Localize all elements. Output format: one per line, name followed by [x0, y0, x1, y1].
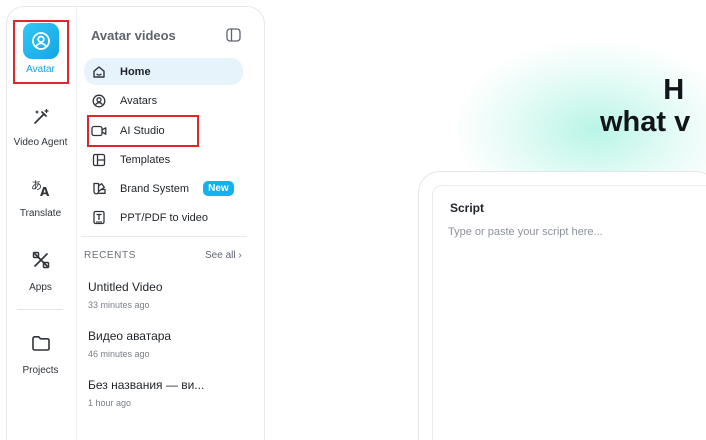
- rail-item-video-agent[interactable]: Video Agent: [6, 99, 75, 148]
- see-all-label: See all: [205, 250, 236, 261]
- rail-item-avatar[interactable]: Avatar: [6, 23, 75, 75]
- script-card: Script: [418, 171, 706, 440]
- collapse-sidebar-button[interactable]: [226, 28, 241, 42]
- home-icon: [91, 64, 107, 80]
- layout-icon: [91, 152, 107, 168]
- rail-label-translate: Translate: [19, 208, 62, 219]
- nav-label-avatars: Avatars: [120, 94, 158, 107]
- recent-time: 46 minutes ago: [88, 349, 150, 359]
- page-heading: H what v: [600, 74, 690, 139]
- nav-label-ppt-pdf: PPT/PDF to video: [120, 211, 209, 224]
- recent-title: Untitled Video: [88, 280, 163, 294]
- rail-separator: [17, 309, 63, 310]
- translate-icon: あA: [23, 170, 59, 206]
- nav-item-home[interactable]: Home: [84, 58, 243, 85]
- recent-item[interactable]: Untitled Video 33 minutes ago: [88, 280, 238, 310]
- nav-item-ppt-pdf[interactable]: PPT/PDF to video: [84, 204, 243, 231]
- rail-item-apps[interactable]: Apps: [6, 242, 75, 293]
- recent-title: Видео аватара: [88, 329, 172, 343]
- nav-label-home: Home: [120, 65, 151, 78]
- apps-icon: [23, 242, 59, 278]
- recent-title: Без названия — ви...: [88, 378, 205, 392]
- recent-time: 33 minutes ago: [88, 300, 150, 310]
- nav-label-ai-studio: AI Studio: [120, 124, 165, 137]
- sidebar-toggle-icon: [226, 28, 241, 42]
- rail-label-video-agent: Video Agent: [13, 137, 68, 148]
- see-all-link[interactable]: See all ›: [205, 250, 242, 261]
- rail-divider: [76, 7, 77, 440]
- nav-label-brand-system: Brand System: [120, 182, 190, 195]
- nav-item-brand-system[interactable]: Brand System New: [84, 175, 243, 202]
- rail-item-translate[interactable]: あA Translate: [6, 170, 75, 219]
- video-camera-icon: [91, 123, 107, 139]
- heading-line-1: H: [663, 74, 685, 106]
- panel-title: Avatar videos: [91, 28, 176, 43]
- rail-label-projects: Projects: [22, 365, 59, 376]
- avatar-circle-icon: [91, 93, 107, 109]
- folder-icon: [23, 325, 59, 361]
- avatar-icon: [22, 23, 59, 59]
- rail-label-avatar: Avatar: [26, 64, 55, 75]
- document-icon: [91, 210, 107, 226]
- svg-text:A: A: [40, 185, 50, 198]
- script-input[interactable]: [448, 226, 706, 426]
- recent-item[interactable]: Без названия — ви... 1 hour ago: [88, 378, 238, 408]
- magic-wand-icon: [23, 99, 59, 135]
- script-label: Script: [450, 201, 485, 215]
- panel-divider: [81, 236, 247, 237]
- recents-header: RECENTS: [84, 250, 136, 261]
- rail-label-apps: Apps: [29, 282, 52, 293]
- nav-item-avatars[interactable]: Avatars: [84, 87, 243, 114]
- brand-icon: [91, 181, 107, 197]
- heading-line-2: what v: [600, 106, 691, 139]
- script-editor-frame: Script: [432, 185, 706, 440]
- nav-label-templates: Templates: [120, 153, 171, 166]
- nav-item-ai-studio[interactable]: AI Studio: [84, 117, 243, 144]
- recent-time: 1 hour ago: [88, 398, 132, 408]
- chevron-right-icon: ›: [238, 250, 242, 261]
- rail-item-projects[interactable]: Projects: [6, 325, 75, 376]
- new-badge: New: [203, 181, 234, 196]
- nav-item-templates[interactable]: Templates: [84, 146, 243, 173]
- recent-item[interactable]: Видео аватара 46 minutes ago: [88, 329, 238, 359]
